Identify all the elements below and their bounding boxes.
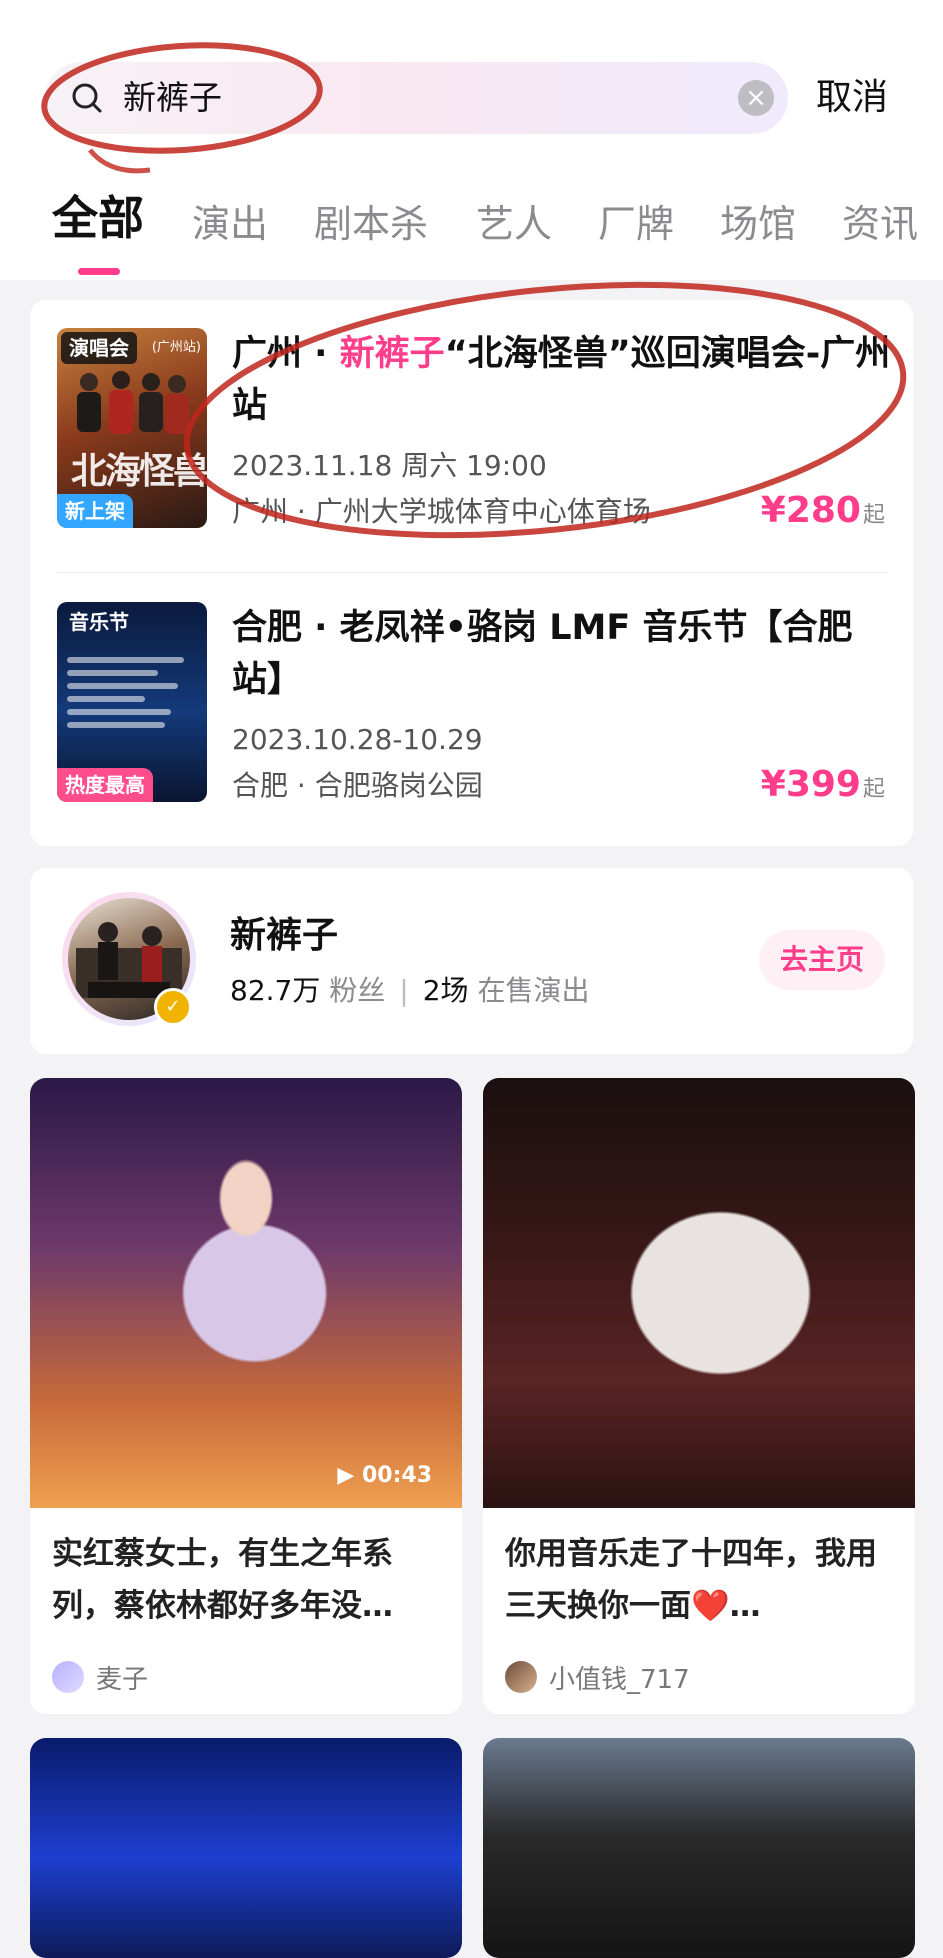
user-name: 小值钱_717: [549, 1664, 690, 1695]
stats-separator: |: [399, 974, 409, 1007]
search-header: 新裤子 × 取消 全部 演出 剧本杀 艺人 厂牌 场馆 资讯: [0, 0, 943, 280]
tab-news[interactable]: 资讯: [842, 196, 918, 252]
feed-video-thumbnail[interactable]: ▶ 00:43: [30, 1078, 462, 1508]
show-results-card: 演唱会 (广州站) 北海怪兽 新上架 广州 · 新裤子“北海怪兽”巡回演唱会-广…: [30, 300, 913, 846]
homepage-button[interactable]: 去主页: [759, 930, 885, 990]
show-poster: 音乐节 热度最高: [57, 602, 207, 802]
artist-stats: 82.7万 粉丝 | 2场 在售演出: [230, 972, 589, 1010]
show-poster: 演唱会 (广州站) 北海怪兽 新上架: [57, 328, 207, 528]
search-bar[interactable]: 新裤子 ×: [45, 62, 788, 134]
show-date: 2023.11.18 周六 19:00: [232, 449, 547, 482]
poster-tag: 演唱会: [61, 332, 137, 364]
feed-author[interactable]: 小值钱_717: [483, 1632, 915, 1702]
artist-card[interactable]: ✓ 新裤子 82.7万 粉丝 | 2场 在售演出 去主页: [30, 868, 913, 1054]
show-price: ¥399起: [760, 764, 885, 805]
keyword-highlight: 新裤子: [339, 334, 445, 374]
play-icon: ▶: [337, 1463, 362, 1488]
feed-card[interactable]: [30, 1738, 462, 1958]
feed-image[interactable]: [30, 1738, 462, 1958]
artist-name: 新裤子: [230, 915, 339, 956]
video-duration: ▶ 00:43: [337, 1463, 432, 1488]
new-badge: 新上架: [57, 494, 133, 528]
cancel-button[interactable]: 取消: [816, 76, 888, 120]
show-title: 广州 · 新裤子“北海怪兽”巡回演唱会-广州站: [232, 334, 891, 426]
poster-city: (广州站): [151, 340, 201, 355]
shows-label: 在售演出: [477, 974, 590, 1007]
search-icon: [72, 83, 102, 113]
feed-card[interactable]: ▶ 00:43 实红蔡女士，有生之年系列，蔡依林都好多年没… 麦子: [30, 1078, 462, 1714]
lineup-text: [67, 650, 197, 735]
tab-all[interactable]: 全部: [52, 190, 144, 246]
show-date: 2023.10.28-10.29: [232, 723, 483, 756]
tab-shows[interactable]: 演出: [192, 196, 268, 252]
user-name: 麦子: [96, 1664, 149, 1695]
tab-murder-mystery[interactable]: 剧本杀: [314, 196, 428, 252]
band-photo: [77, 371, 189, 434]
show-title: 合肥 · 老凤祥•骆岗 LMF 音乐节【合肥站】: [232, 608, 853, 700]
tab-labels[interactable]: 厂牌: [598, 196, 674, 252]
user-avatar: [505, 1661, 537, 1693]
category-tabs: 全部 演出 剧本杀 艺人 厂牌 场馆 资讯: [0, 190, 943, 260]
fans-count: 82.7万: [230, 974, 321, 1007]
feed-card[interactable]: 你用音乐走了十四年，我用三天换你一面❤️… 小值钱_717: [483, 1078, 915, 1714]
divider: [57, 572, 887, 573]
tab-active-indicator: [78, 268, 120, 275]
feed-author[interactable]: 麦子: [30, 1632, 462, 1702]
poster-tag: 音乐节: [69, 610, 129, 634]
feed-image[interactable]: [483, 1738, 915, 1958]
poster-art-text: 北海怪兽: [71, 451, 207, 492]
feed-title: 你用音乐走了十四年，我用三天换你一面❤️…: [505, 1536, 877, 1624]
fans-label: 粉丝: [329, 974, 386, 1007]
user-avatar: [52, 1661, 84, 1693]
show-price: ¥280起: [760, 490, 885, 531]
feed-card[interactable]: [483, 1738, 915, 1958]
clear-icon[interactable]: ×: [738, 80, 774, 116]
avatar[interactable]: ✓: [62, 892, 196, 1026]
shows-count: 2场: [422, 974, 469, 1007]
show-item[interactable]: 音乐节 热度最高 合肥 · 老凤祥•骆岗 LMF 音乐节【合肥站】 2023.1…: [30, 574, 913, 805]
tab-venues[interactable]: 场馆: [720, 196, 796, 252]
show-item[interactable]: 演唱会 (广州站) 北海怪兽 新上架 广州 · 新裤子“北海怪兽”巡回演唱会-广…: [30, 300, 913, 531]
feed-image[interactable]: [483, 1078, 915, 1508]
feed-title: 实红蔡女士，有生之年系列，蔡依林都好多年没…: [52, 1536, 393, 1624]
tab-artists[interactable]: 艺人: [476, 196, 552, 252]
hot-badge: 热度最高: [57, 768, 153, 802]
search-input[interactable]: 新裤子: [123, 76, 222, 120]
verified-icon: ✓: [154, 988, 192, 1026]
